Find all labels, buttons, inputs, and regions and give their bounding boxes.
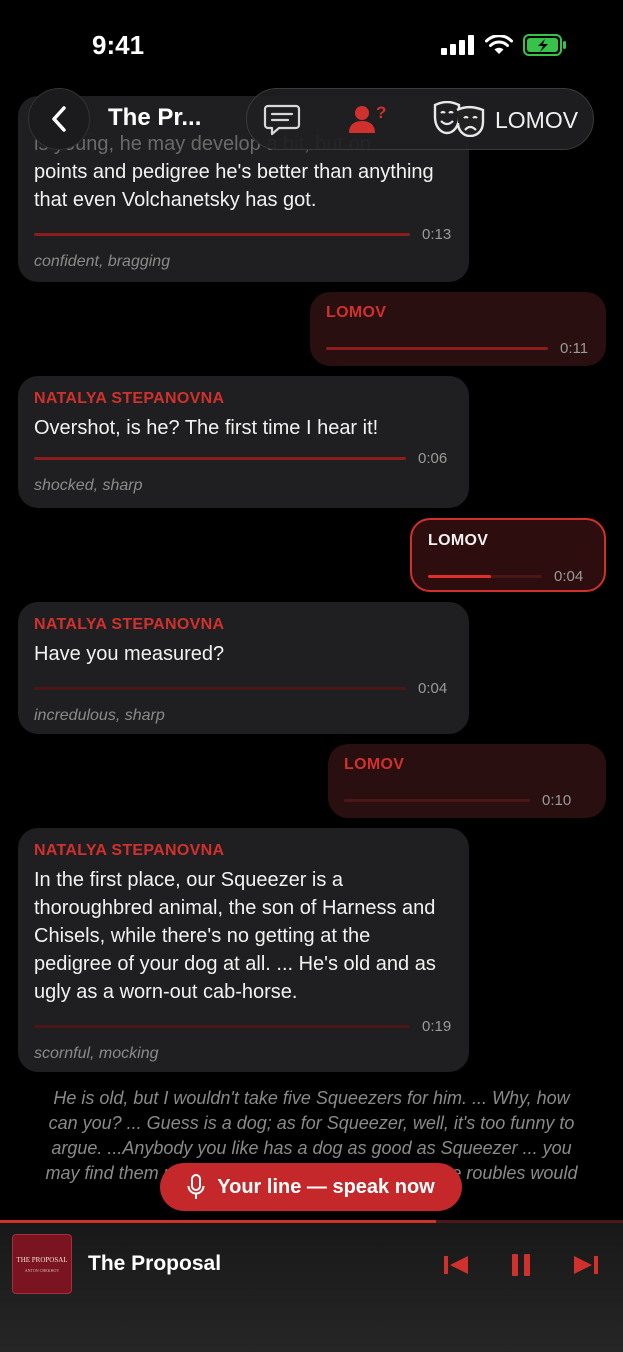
- header-controls: ? LOMOV: [246, 88, 594, 150]
- speaker-name: NATALYA STEPANOVNA: [34, 842, 225, 859]
- speak-now-label: Your line — speak now: [217, 1175, 435, 1198]
- speaker-name: LOMOV: [344, 756, 405, 773]
- user-line-bubble[interactable]: LOMOV 0:11: [310, 292, 606, 366]
- tone-label: shocked, sharp: [34, 477, 143, 494]
- signal-icon: [441, 35, 474, 55]
- line-text: points and pedigree he's better than any…: [34, 161, 434, 211]
- duration: 0:13: [422, 226, 452, 243]
- battery-icon: [523, 34, 566, 56]
- tone-label: confident, bragging: [34, 253, 171, 270]
- user-line-bubble-active[interactable]: LOMOV 0:04: [410, 518, 606, 592]
- audio-progress-track[interactable]: [326, 347, 548, 350]
- tone-label: scornful, mocking: [34, 1045, 159, 1062]
- character-select-icon[interactable]: ?: [349, 103, 389, 135]
- page-title: The Pr...: [108, 104, 202, 131]
- line-bubble[interactable]: NATALYA STEPANOVNA In the first place, o…: [18, 828, 469, 1072]
- book-cover[interactable]: THE PROPOSAL ANTON CHEKHOV: [12, 1234, 72, 1294]
- transcript-icon[interactable]: [263, 103, 301, 137]
- line-text: Overshot, is he? The first time I hear i…: [34, 417, 379, 439]
- speaker-name: NATALYA STEPANOVNA: [34, 616, 225, 633]
- speaker-name: LOMOV: [326, 304, 387, 321]
- duration: 0:04: [418, 680, 448, 697]
- line-bubble[interactable]: NATALYA STEPANOVNA Overshot, is he? The …: [18, 376, 469, 508]
- duration: 0:06: [418, 450, 448, 467]
- status-time: 9:41: [92, 30, 145, 60]
- speaker-name: LOMOV: [428, 532, 489, 549]
- speaker-name: NATALYA STEPANOVNA: [34, 390, 225, 407]
- theater-masks-icon[interactable]: [433, 101, 485, 137]
- speak-now-button[interactable]: Your line — speak now: [160, 1163, 462, 1211]
- cover-title: THE PROPOSAL: [16, 1255, 68, 1264]
- audio-progress-track[interactable]: [34, 233, 410, 236]
- audio-progress-track[interactable]: [428, 575, 542, 578]
- microphone-icon: [187, 1174, 205, 1199]
- pause-icon[interactable]: [510, 1253, 532, 1277]
- mini-player: [0, 1222, 623, 1352]
- cover-author: ANTON CHEKHOV: [24, 1267, 60, 1273]
- role-label[interactable]: LOMOV: [495, 107, 578, 134]
- chevron-left-icon: [52, 106, 66, 132]
- player-title: The Proposal: [88, 1252, 222, 1275]
- skip-next-icon[interactable]: [573, 1254, 599, 1276]
- audio-progress-track[interactable]: [34, 457, 406, 460]
- line-bubble[interactable]: NATALYA STEPANOVNA Have you measured? 0:…: [18, 602, 469, 734]
- duration: 0:10: [542, 792, 572, 809]
- line-text: In the first place, our Squeezer is a th…: [34, 869, 436, 1003]
- back-button[interactable]: [28, 88, 90, 150]
- audio-progress-track[interactable]: [34, 1025, 410, 1028]
- tone-label: incredulous, sharp: [34, 707, 165, 724]
- line-text: Have you measured?: [34, 643, 225, 665]
- svg-text:?: ?: [376, 103, 386, 122]
- wifi-icon: [485, 35, 513, 54]
- audio-progress-track[interactable]: [344, 799, 530, 802]
- status-icons: [441, 34, 567, 56]
- skip-previous-icon[interactable]: [443, 1254, 469, 1276]
- duration: 0:19: [422, 1018, 452, 1035]
- duration: 0:04: [554, 568, 584, 585]
- duration: 0:11: [560, 340, 589, 357]
- user-line-bubble[interactable]: LOMOV 0:10: [328, 744, 606, 818]
- playback-progress-fill: [0, 1220, 437, 1223]
- audio-progress-track[interactable]: [34, 687, 406, 690]
- audio-progress-fill: [428, 575, 491, 578]
